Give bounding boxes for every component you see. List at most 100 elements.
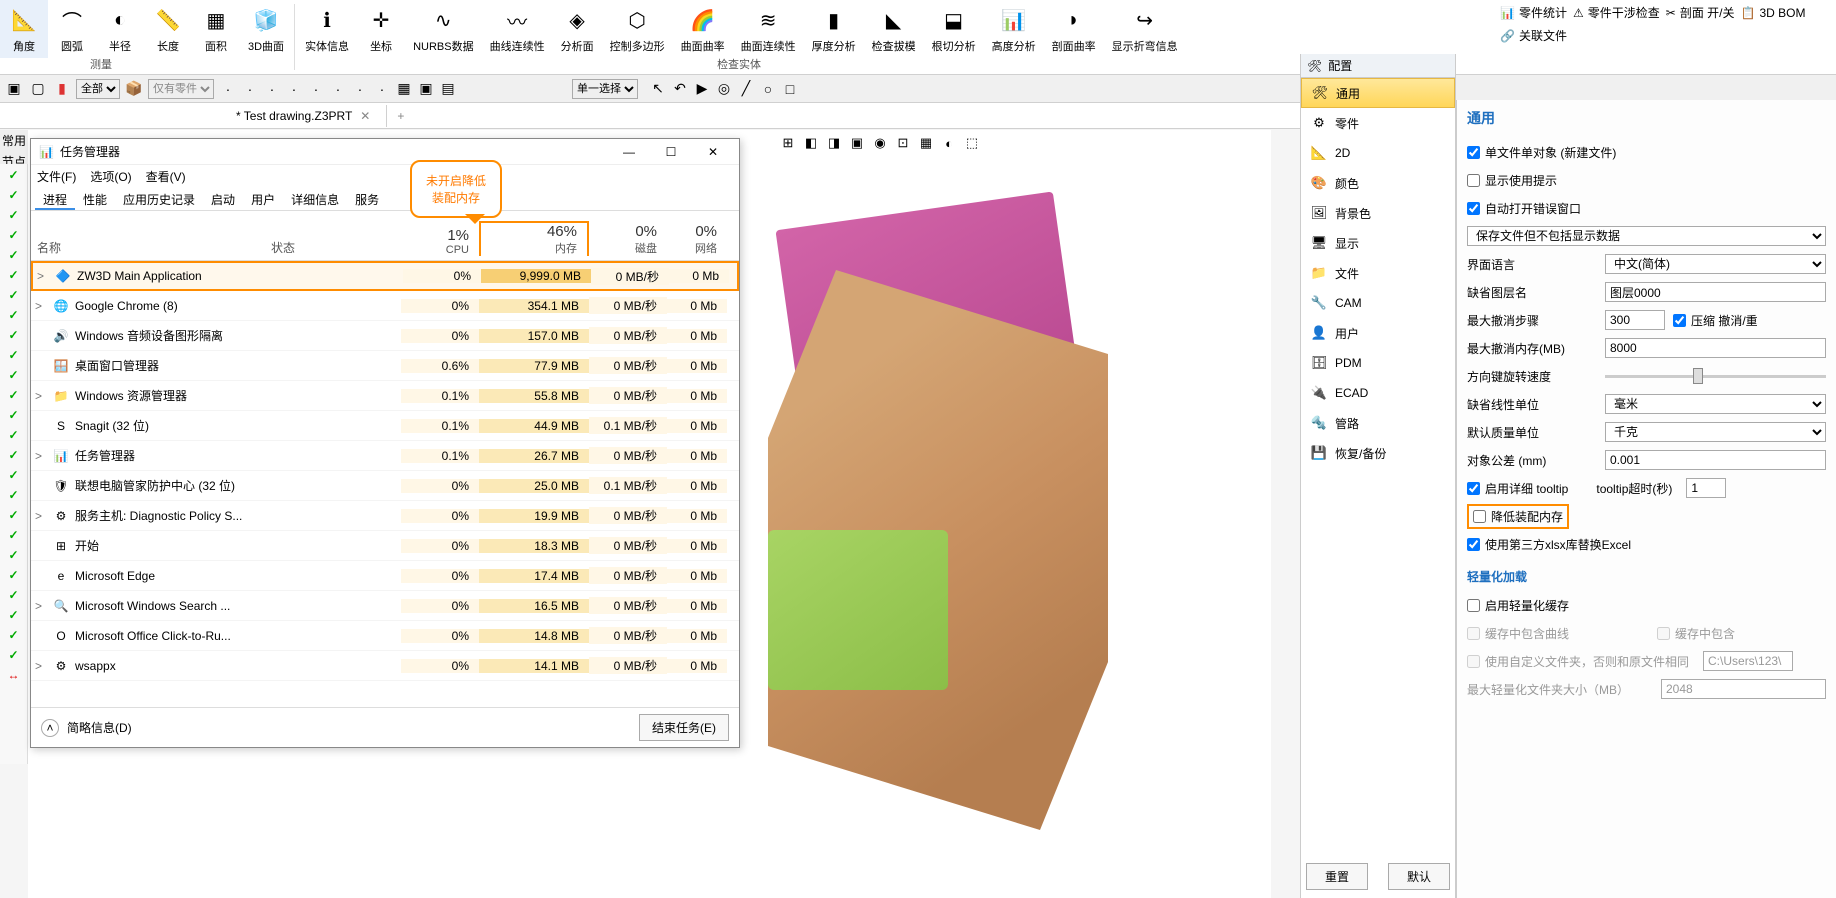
col-memory[interactable]: 46%内存 [479, 221, 589, 256]
nav-square[interactable]: □ [780, 79, 800, 99]
process-row[interactable]: >⚙服务主机: Diagnostic Policy S...0%19.9 MB0… [31, 501, 739, 531]
tb-icon-4[interactable]: 📦 [124, 79, 144, 99]
expand-icon[interactable]: > [35, 509, 47, 523]
cb-show-tips[interactable]: 显示使用提示 [1467, 172, 1557, 189]
tree-check[interactable]: ✓ [8, 508, 18, 522]
vp-icon[interactable]: ⬚ [962, 133, 982, 153]
tb-icon-1[interactable]: ▣ [4, 79, 24, 99]
vp-icon[interactable]: ▣ [847, 133, 867, 153]
config-item-0[interactable]: 🛠通用 [1301, 78, 1455, 108]
config-item-10[interactable]: 🔌ECAD [1301, 378, 1455, 408]
process-row[interactable]: >📁Windows 资源管理器0.1%55.8 MB0 MB/秒0 Mb [31, 381, 739, 411]
tree-check[interactable]: ✓ [8, 348, 18, 362]
tb-icon-3[interactable]: ▮ [52, 79, 72, 99]
vp-icon[interactable]: ◐ [939, 133, 959, 153]
vp-icon[interactable]: ◧ [801, 133, 821, 153]
reset-button[interactable]: 重置 [1306, 863, 1368, 890]
ribbon-analsurf[interactable]: ◈分析面 [553, 0, 602, 58]
compress-undo-cb[interactable]: 压缩 撤消/重 [1673, 312, 1758, 329]
vp-icon[interactable]: ⊞ [778, 133, 798, 153]
process-row[interactable]: >📊任务管理器0.1%26.7 MB0 MB/秒0 Mb [31, 441, 739, 471]
language-select[interactable]: 中文(简体) [1605, 254, 1826, 274]
config-item-9[interactable]: 🗄PDM [1301, 348, 1455, 378]
vp-icon[interactable]: ▦ [916, 133, 936, 153]
tab-test-drawing[interactable]: * Test drawing.Z3PRT ✕ [220, 105, 387, 127]
filter-select-2[interactable]: 仅有零件 [148, 79, 214, 99]
config-item-2[interactable]: 📐2D [1301, 138, 1455, 168]
tb-small-5[interactable]: · [306, 79, 326, 99]
tree-check[interactable]: ✓ [8, 228, 18, 242]
enable-light-cache-cb[interactable]: 启用轻量化缓存 [1467, 597, 1569, 614]
tree-check[interactable]: ✓ [8, 168, 18, 182]
select-mode[interactable]: 单一选择 [572, 79, 638, 99]
col-status[interactable]: 状态 [271, 239, 401, 256]
expand-icon[interactable]: > [35, 449, 47, 463]
close-button[interactable]: ✕ [695, 139, 731, 165]
tab-processes[interactable]: 进程 [35, 187, 75, 210]
minimize-button[interactable]: — [611, 139, 647, 165]
menu-view[interactable]: 查看(V) [146, 168, 186, 185]
part-stats[interactable]: 📊零件统计 [1500, 4, 1567, 21]
tb-small-2[interactable]: · [240, 79, 260, 99]
vp-icon[interactable]: ◨ [824, 133, 844, 153]
config-item-3[interactable]: 🎨颜色 [1301, 168, 1455, 198]
default-layer-input[interactable] [1605, 282, 1826, 302]
left-header-1[interactable]: 常用 [0, 130, 28, 151]
tb-small-7[interactable]: · [350, 79, 370, 99]
tree-check[interactable]: ✓ [8, 568, 18, 582]
tree-check[interactable]: ✓ [8, 488, 18, 502]
tree-check[interactable]: ✓ [8, 188, 18, 202]
nav-play[interactable]: ▶ [692, 79, 712, 99]
process-row[interactable]: 🔊Windows 音频设备图形隔离0%157.0 MB0 MB/秒0 Mb [31, 321, 739, 351]
tb-small-10[interactable]: ▣ [416, 79, 436, 99]
section-toggle[interactable]: ✂剖面 开/关 [1666, 4, 1735, 21]
tree-check[interactable]: ✓ [8, 648, 18, 662]
ribbon-surfcont[interactable]: ≋曲面连续性 [733, 0, 804, 58]
ribbon-angle[interactable]: 📐角度 [0, 0, 48, 58]
tab-performance[interactable]: 性能 [75, 187, 115, 210]
config-item-6[interactable]: 📁文件 [1301, 258, 1455, 288]
ribbon-3dsurf[interactable]: 🧊3D曲面 [240, 0, 292, 58]
config-item-8[interactable]: 👤用户 [1301, 318, 1455, 348]
process-row[interactable]: 🛡联想电脑管家防护中心 (32 位)0%25.0 MB0.1 MB/秒0 Mb [31, 471, 739, 501]
collapse-icon[interactable]: ˄ [41, 719, 59, 737]
nav-arrow[interactable]: ↖ [648, 79, 668, 99]
tree-check[interactable]: ✓ [8, 608, 18, 622]
tb-small-8[interactable]: · [372, 79, 392, 99]
tree-check[interactable]: ✓ [8, 448, 18, 462]
3d-bom[interactable]: 📋3D BOM [1740, 4, 1805, 21]
ribbon-curvecont[interactable]: 〰曲线连续性 [482, 0, 553, 58]
tab-services[interactable]: 服务 [347, 187, 387, 210]
tree-check[interactable]: ✓ [8, 268, 18, 282]
tab-add-button[interactable]: + [387, 105, 414, 127]
config-item-4[interactable]: 🖼背景色 [1301, 198, 1455, 228]
ribbon-draft[interactable]: ◣检查拔模 [864, 0, 924, 58]
tab-close-icon[interactable]: ✕ [360, 109, 370, 123]
tb-small-11[interactable]: ▤ [438, 79, 458, 99]
config-item-12[interactable]: 💾恢复/备份 [1301, 438, 1455, 468]
ribbon-ctrlpoly[interactable]: ⬡控制多边形 [602, 0, 673, 58]
tb-small-9[interactable]: ▦ [394, 79, 414, 99]
cb-single-file[interactable]: 单文件单对象 (新建文件) [1467, 144, 1616, 161]
process-row[interactable]: >🌐Google Chrome (8)0%354.1 MB0 MB/秒0 Mb [31, 291, 739, 321]
tree-check[interactable]: ✓ [8, 328, 18, 342]
nav-circle[interactable]: ○ [758, 79, 778, 99]
tree-check[interactable]: ✓ [8, 368, 18, 382]
interference-check[interactable]: ⚠零件干涉检查 [1573, 4, 1660, 21]
vp-icon[interactable]: ⊡ [893, 133, 913, 153]
vp-icon[interactable]: ◉ [870, 133, 890, 153]
tab-details[interactable]: 详细信息 [283, 187, 347, 210]
config-item-11[interactable]: 🔩管路 [1301, 408, 1455, 438]
tree-check[interactable]: ✓ [8, 308, 18, 322]
ribbon-undercut[interactable]: ⬓根切分析 [924, 0, 984, 58]
linked-files[interactable]: 🔗关联文件 [1500, 27, 1567, 44]
xlsx-lib-cb[interactable]: 使用第三方xlsx库替换Excel [1467, 536, 1631, 553]
rotation-speed-slider[interactable] [1605, 375, 1826, 378]
tree-check[interactable]: ✓ [8, 588, 18, 602]
process-row[interactable]: eMicrosoft Edge0%17.4 MB0 MB/秒0 Mb [31, 561, 739, 591]
tree-check[interactable]: ✓ [8, 388, 18, 402]
tb-small-3[interactable]: · [262, 79, 282, 99]
config-item-5[interactable]: 🖥显示 [1301, 228, 1455, 258]
tab-history[interactable]: 应用历史记录 [115, 187, 203, 210]
process-row[interactable]: ⊞开始0%18.3 MB0 MB/秒0 Mb [31, 531, 739, 561]
